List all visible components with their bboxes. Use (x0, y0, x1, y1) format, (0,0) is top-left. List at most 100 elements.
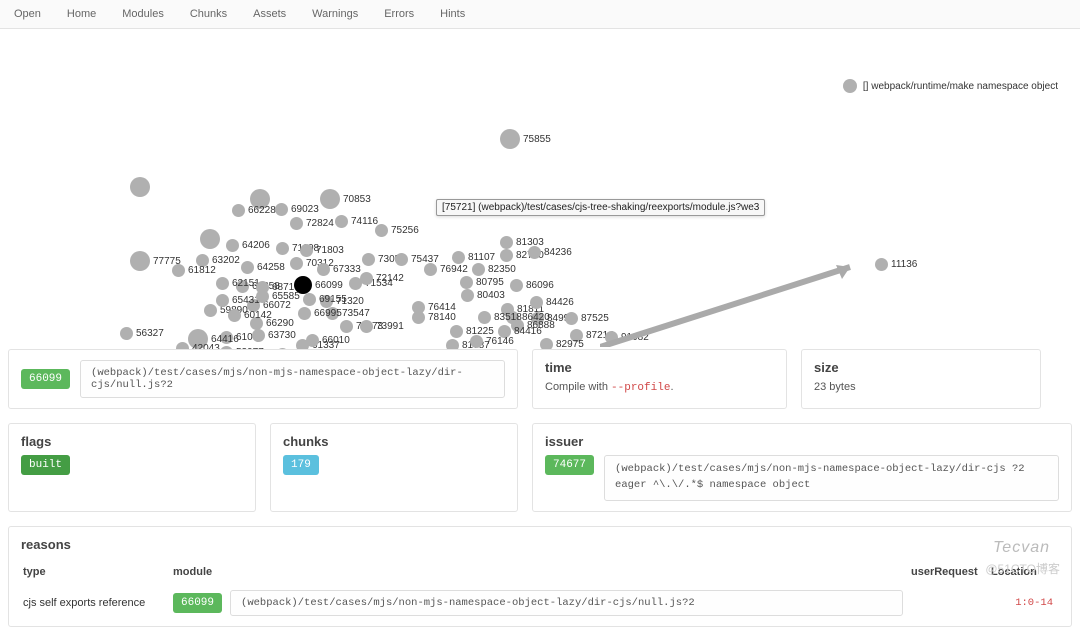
nav-modules[interactable]: Modules (122, 8, 164, 20)
nav-hints[interactable]: Hints (440, 8, 465, 20)
chunks-badge[interactable]: 179 (283, 455, 319, 475)
node-dot-icon (317, 263, 330, 276)
graph-node[interactable]: 86096 (510, 279, 554, 292)
module-graph[interactable]: [] webpack/runtime/make namespace object… (0, 29, 1080, 349)
node-label: 76146 (486, 336, 514, 347)
graph-node[interactable]: 80403 (461, 289, 505, 302)
graph-node[interactable] (130, 177, 150, 197)
graph-node[interactable]: 60142 (228, 309, 272, 322)
node-dot-icon (360, 320, 373, 333)
issuer-badge[interactable]: 74677 (545, 455, 594, 475)
reason-loc: 1:0-14 (1015, 597, 1053, 609)
nav-home[interactable]: Home (67, 8, 96, 20)
node-label: 83518 (494, 312, 522, 323)
graph-node[interactable]: 77775 (130, 251, 181, 271)
graph-node-selected[interactable]: 66099 (294, 276, 343, 294)
node-label: 69155 (319, 294, 347, 305)
graph-node[interactable]: 66995 (298, 307, 342, 320)
graph-node[interactable]: 65585 (256, 290, 300, 303)
reasons-col-req: userRequest (909, 562, 989, 586)
reason-path[interactable]: (webpack)/test/cases/mjs/non-mjs-namespa… (230, 590, 903, 616)
node-dot-icon (530, 296, 543, 309)
graph-node[interactable]: 69155 (303, 293, 347, 306)
size-card: size 23 bytes (801, 349, 1041, 409)
graph-node[interactable]: 42043 (176, 342, 220, 349)
selected-module-path[interactable]: (webpack)/test/cases/mjs/non-mjs-namespa… (80, 360, 505, 398)
graph-node[interactable]: 72142 (360, 272, 404, 285)
graph-node[interactable]: 76146 (470, 335, 514, 348)
graph-node[interactable]: 72824 (290, 217, 334, 230)
time-text: Compile with --profile. (545, 381, 774, 394)
issuer-path[interactable]: (webpack)/test/cases/mjs/non-mjs-namespa… (604, 455, 1059, 501)
node-label: 70853 (343, 194, 371, 205)
reasons-col-type: type (21, 562, 171, 586)
node-dot-icon (228, 309, 241, 322)
legend-label: [] webpack/runtime/make namespace object (863, 81, 1058, 92)
graph-node[interactable]: 62151 (216, 277, 260, 290)
node-dot-icon (300, 244, 313, 257)
node-dot-icon (362, 253, 375, 266)
graph-node[interactable]: 73991 (360, 320, 404, 333)
node-label: 73991 (376, 321, 404, 332)
graph-node[interactable]: 74116 (335, 215, 378, 228)
node-dot-icon (395, 253, 408, 266)
node-dot-icon (290, 257, 303, 270)
graph-node[interactable]: 56327 (120, 327, 164, 340)
graph-node[interactable]: 66010 (306, 334, 350, 347)
graph-node[interactable]: 78140 (412, 311, 456, 324)
time-card: time Compile with --profile. (532, 349, 787, 409)
node-dot-icon (360, 272, 373, 285)
node-label: 61812 (188, 265, 216, 276)
graph-node[interactable]: 63730 (252, 329, 296, 342)
node-dot-icon (500, 249, 513, 262)
node-dot-icon (226, 239, 239, 252)
nav-open[interactable]: Open (14, 8, 41, 20)
nav-warnings[interactable]: Warnings (312, 8, 358, 20)
reasons-col-loc: Location (989, 562, 1059, 586)
graph-node[interactable]: 76942 (424, 263, 468, 276)
graph-node[interactable]: 69023 (275, 203, 319, 216)
graph-node[interactable] (200, 229, 220, 249)
node-label: 66010 (322, 335, 350, 346)
graph-node[interactable]: 84236 (528, 246, 572, 259)
reason-module-badge[interactable]: 66099 (173, 593, 222, 613)
graph-node[interactable]: 80795 (460, 276, 504, 289)
graph-node[interactable]: 68500 (276, 348, 320, 349)
graph-node[interactable]: 11136 (875, 258, 917, 271)
graph-node[interactable]: 64206 (226, 239, 270, 252)
nav-assets[interactable]: Assets (253, 8, 286, 20)
node-dot-icon (412, 311, 425, 324)
node-label: 67333 (333, 264, 361, 275)
graph-node[interactable]: 70853 (320, 189, 371, 209)
graph-node[interactable]: 67333 (317, 263, 361, 276)
node-label: 84426 (546, 297, 574, 308)
node-label: 81107 (468, 252, 495, 263)
nav-errors[interactable]: Errors (384, 8, 414, 20)
node-dot-icon (290, 217, 303, 230)
node-dot-icon (120, 327, 133, 340)
node-label: 11136 (891, 259, 917, 270)
graph-node[interactable]: 84426 (530, 296, 574, 309)
graph-node[interactable]: 82350 (472, 263, 516, 276)
graph-node[interactable]: 65431 (216, 294, 260, 307)
flags-badge: built (21, 455, 70, 475)
node-label: 84236 (544, 247, 572, 258)
node-dot-icon (256, 290, 269, 303)
graph-node[interactable]: 66228 (232, 204, 276, 217)
node-dot-icon (340, 320, 353, 333)
selected-module-badge[interactable]: 66099 (21, 369, 70, 389)
node-dot-icon (470, 335, 483, 348)
size-value: 23 bytes (814, 381, 1028, 393)
graph-node[interactable]: 82975 (540, 338, 584, 349)
graph-node[interactable]: 71803 (300, 244, 344, 257)
graph-node[interactable]: 75855 (500, 129, 551, 149)
size-title: size (814, 360, 1028, 375)
nav-chunks[interactable]: Chunks (190, 8, 227, 20)
graph-node[interactable]: 83518 (478, 311, 522, 324)
time-help-text: Compile with (545, 381, 611, 393)
reason-type: cjs self exports reference (21, 586, 171, 620)
graph-node[interactable]: 75256 (375, 224, 419, 237)
node-dot-icon (565, 312, 578, 325)
graph-node[interactable]: 64258 (241, 261, 285, 274)
node-dot-icon (500, 129, 520, 149)
